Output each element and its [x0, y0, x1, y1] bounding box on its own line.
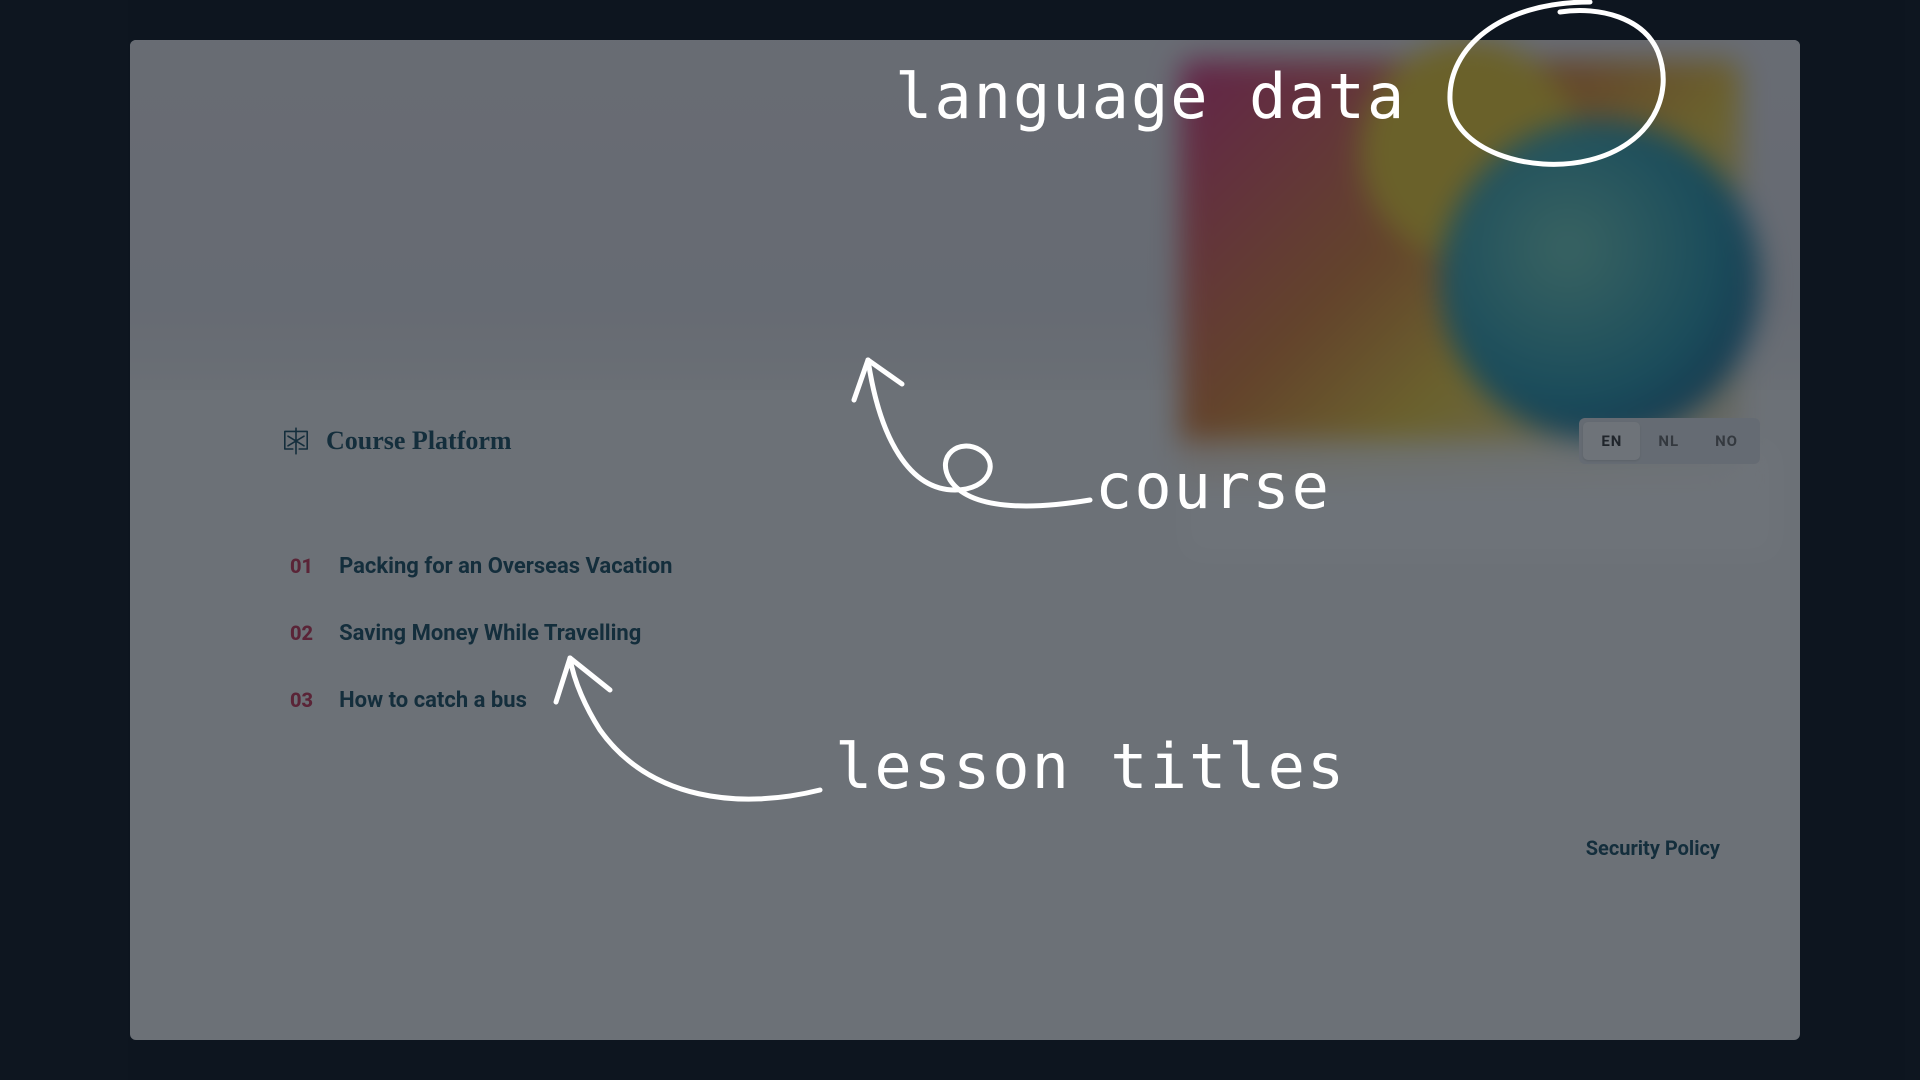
language-switcher: EN NL NO: [1579, 418, 1760, 464]
page-header: Course Platform EN NL NO: [130, 390, 1800, 464]
lesson-index: 02: [290, 621, 313, 645]
language-option-nl[interactable]: NL: [1640, 422, 1697, 460]
language-option-en[interactable]: EN: [1583, 422, 1640, 460]
brand-logo-icon: [280, 425, 312, 457]
lesson-index: 01: [290, 554, 313, 578]
security-policy-link[interactable]: Security Policy: [1586, 836, 1720, 860]
lesson-item[interactable]: 03 How to catch a bus: [290, 688, 1800, 713]
hero-section: [130, 40, 1800, 390]
lesson-index: 03: [290, 688, 313, 712]
lesson-item[interactable]: 02 Saving Money While Travelling: [290, 621, 1800, 646]
lesson-title: Packing for an Overseas Vacation: [339, 554, 672, 579]
lesson-title: How to catch a bus: [339, 688, 527, 713]
brand-name: Course Platform: [326, 426, 512, 456]
brand-logo[interactable]: Course Platform: [280, 425, 512, 457]
language-option-no[interactable]: NO: [1697, 422, 1756, 460]
app-window: INCOGNITO ⋮⋮⋮⋮ Course Platform EN NL NO …: [130, 40, 1800, 1040]
lesson-title: Saving Money While Travelling: [339, 621, 641, 646]
